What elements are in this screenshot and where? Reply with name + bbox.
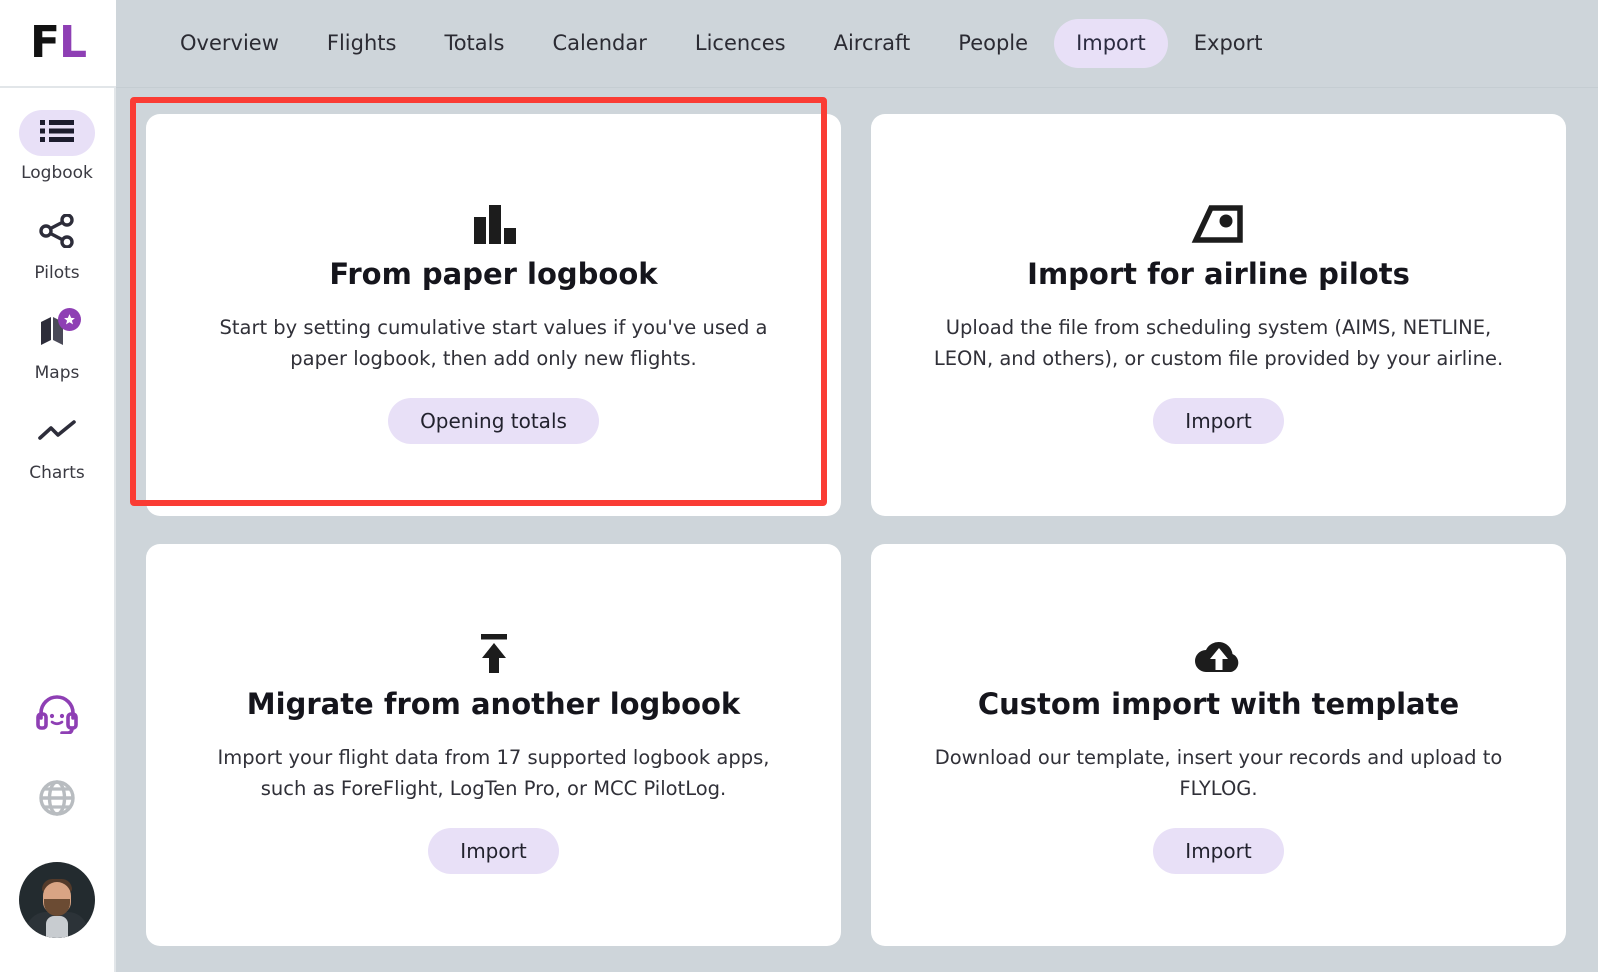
nav-item-import[interactable]: Import bbox=[1054, 19, 1168, 68]
sidebar-item-label-charts: Charts bbox=[29, 463, 85, 483]
sidebar-item-logbook[interactable]: Logbook bbox=[0, 110, 114, 182]
sidebar-item-label-logbook: Logbook bbox=[21, 163, 93, 183]
card-description-custom-import-with-template: Download our template, insert your recor… bbox=[934, 746, 1503, 800]
star-badge-icon bbox=[58, 308, 81, 331]
app-logo[interactable]: FL bbox=[0, 0, 116, 88]
map-icon bbox=[37, 308, 81, 353]
cloud-upload-icon bbox=[1190, 616, 1248, 676]
nav-item-licences[interactable]: Licences bbox=[673, 19, 808, 68]
main-nav: Overview Flights Totals Calendar Licence… bbox=[116, 0, 1598, 88]
nav-item-people[interactable]: People bbox=[936, 19, 1050, 68]
import-cards-grid: From paper logbook Start by setting cumu… bbox=[146, 114, 1566, 946]
card-title-custom-import-with-template: Custom import with template bbox=[977, 687, 1460, 722]
nav-item-overview[interactable]: Overview bbox=[158, 19, 301, 68]
nav-item-aircraft[interactable]: Aircraft bbox=[812, 19, 933, 68]
list-icon bbox=[40, 118, 74, 148]
support-headset-icon bbox=[35, 694, 79, 738]
sidebar-item-label-pilots: Pilots bbox=[34, 263, 80, 283]
nav-item-totals[interactable]: Totals bbox=[422, 19, 526, 68]
card-title-migrate-from-another-logbook: Migrate from another logbook bbox=[246, 687, 741, 722]
card-migrate-from-another-logbook[interactable]: Migrate from another logbook Import your… bbox=[146, 544, 841, 946]
card-title-import-for-airline-pilots: Import for airline pilots bbox=[1027, 257, 1410, 292]
sidebar-item-support[interactable] bbox=[35, 694, 79, 738]
card-from-paper-logbook[interactable]: From paper logbook Start by setting cumu… bbox=[146, 114, 841, 516]
nav-item-export[interactable]: Export bbox=[1172, 19, 1285, 68]
sidebar-item-label-maps: Maps bbox=[34, 363, 80, 383]
left-sidebar: Logbook Pilots Maps Charts bbox=[0, 88, 116, 972]
card-import-for-airline-pilots[interactable]: Import for airline pilots Upload the fil… bbox=[871, 114, 1566, 516]
airplane-tail-icon bbox=[1190, 186, 1248, 246]
card-description-migrate-from-another-logbook: Import your flight data from 17 supporte… bbox=[217, 746, 770, 800]
sidebar-item-language[interactable] bbox=[37, 778, 77, 822]
sidebar-item-maps[interactable]: Maps bbox=[0, 308, 114, 383]
card-title-from-paper-logbook: From paper logbook bbox=[329, 257, 658, 292]
bar-chart-icon bbox=[468, 186, 520, 246]
app-window: FL Overview Flights Totals Calendar Lice… bbox=[0, 0, 1598, 972]
upload-to-line-icon bbox=[468, 616, 520, 676]
globe-icon bbox=[37, 778, 77, 822]
share-nodes-icon bbox=[39, 213, 75, 252]
import-custom-button[interactable]: Import bbox=[1153, 827, 1284, 874]
logo-letter-f: F bbox=[29, 17, 60, 68]
top-bar: FL Overview Flights Totals Calendar Lice… bbox=[0, 0, 1598, 88]
nav-item-calendar[interactable]: Calendar bbox=[530, 19, 668, 68]
card-description-from-paper-logbook: Start by setting cumulative start values… bbox=[219, 316, 768, 370]
line-chart-icon bbox=[38, 419, 76, 447]
sidebar-item-pilots[interactable]: Pilots bbox=[0, 210, 114, 282]
import-airline-button[interactable]: Import bbox=[1153, 397, 1284, 444]
body-area: Logbook Pilots Maps Charts From paper lo… bbox=[0, 88, 1598, 972]
avatar[interactable] bbox=[19, 862, 95, 938]
import-options-panel: From paper logbook Start by setting cumu… bbox=[116, 88, 1598, 972]
card-custom-import-with-template[interactable]: Custom import with template Download our… bbox=[871, 544, 1566, 946]
nav-item-flights[interactable]: Flights bbox=[305, 19, 419, 68]
opening-totals-button[interactable]: Opening totals bbox=[388, 397, 599, 444]
sidebar-item-charts[interactable]: Charts bbox=[0, 410, 114, 482]
logo-letter-l: L bbox=[59, 17, 87, 68]
card-description-import-for-airline-pilots: Upload the file from scheduling system (… bbox=[933, 316, 1504, 370]
import-migrate-button[interactable]: Import bbox=[428, 827, 559, 874]
